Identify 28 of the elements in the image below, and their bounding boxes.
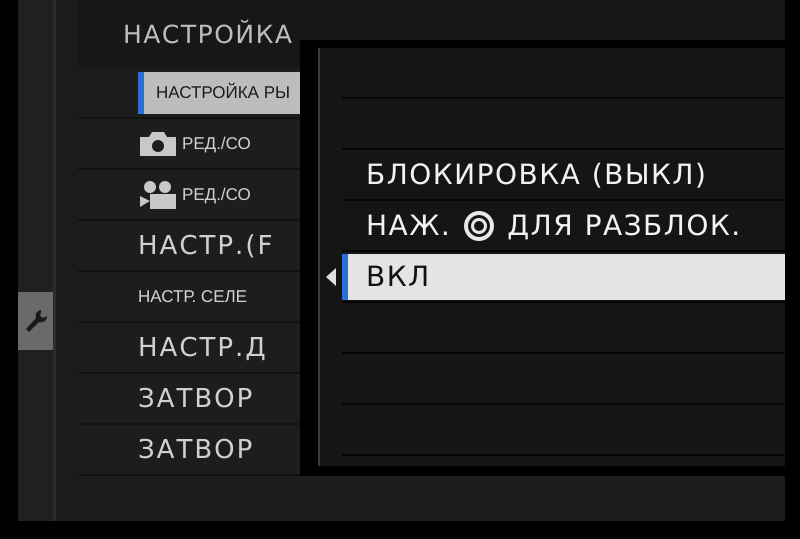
menu-item-label: НАСТРОЙКА РЫ — [156, 82, 290, 102]
option-item[interactable]: БЛОКИРОВКА (ВЫКЛ) — [342, 152, 785, 198]
option-item[interactable]: НАЖ. ДЛЯ РАЗБЛОК. — [342, 202, 785, 248]
menu-item-label: ЗАТВОР — [138, 434, 254, 464]
menu-item-label: НАСТР. СЕЛЕ — [138, 286, 248, 306]
camera-icon — [138, 130, 178, 158]
menu-item-label: РЕД./СО — [182, 184, 251, 204]
menu-item-label: ЗАТВОР — [138, 384, 254, 414]
video-camera-icon — [138, 180, 178, 210]
menu-item-label: РЕД./СО — [182, 134, 251, 154]
option-label: НАЖ. — [366, 209, 452, 242]
option-item[interactable]: ВКЛ — [342, 254, 785, 300]
menu-item[interactable]: НАСТР.(F — [138, 224, 294, 266]
menu-title: НАСТРОЙКА — [123, 20, 294, 48]
option-label: ВКЛ — [366, 260, 431, 293]
option-label: ДЛЯ РАЗБЛОК. — [507, 209, 742, 242]
settings-tab[interactable] — [18, 292, 53, 350]
menu-item[interactable]: ЗАТВОР — [138, 428, 274, 470]
pointer-icon — [326, 268, 336, 286]
option-label: БЛОКИРОВКА (ВЫКЛ) — [366, 158, 708, 191]
dial-icon — [463, 210, 496, 242]
menu-item-label: НАСТР.(F — [138, 230, 274, 260]
menu-item[interactable]: РЕД./СО — [138, 122, 271, 164]
menu-item[interactable]: ЗАТВОР — [138, 378, 274, 420]
menu-item-label: НАСТР.Д — [138, 332, 268, 362]
menu-item[interactable]: НАСТР. СЕЛЕ — [138, 276, 268, 318]
menu-item[interactable]: НАСТР.Д — [138, 326, 288, 368]
menu-item[interactable]: РЕД./СО — [138, 174, 271, 216]
